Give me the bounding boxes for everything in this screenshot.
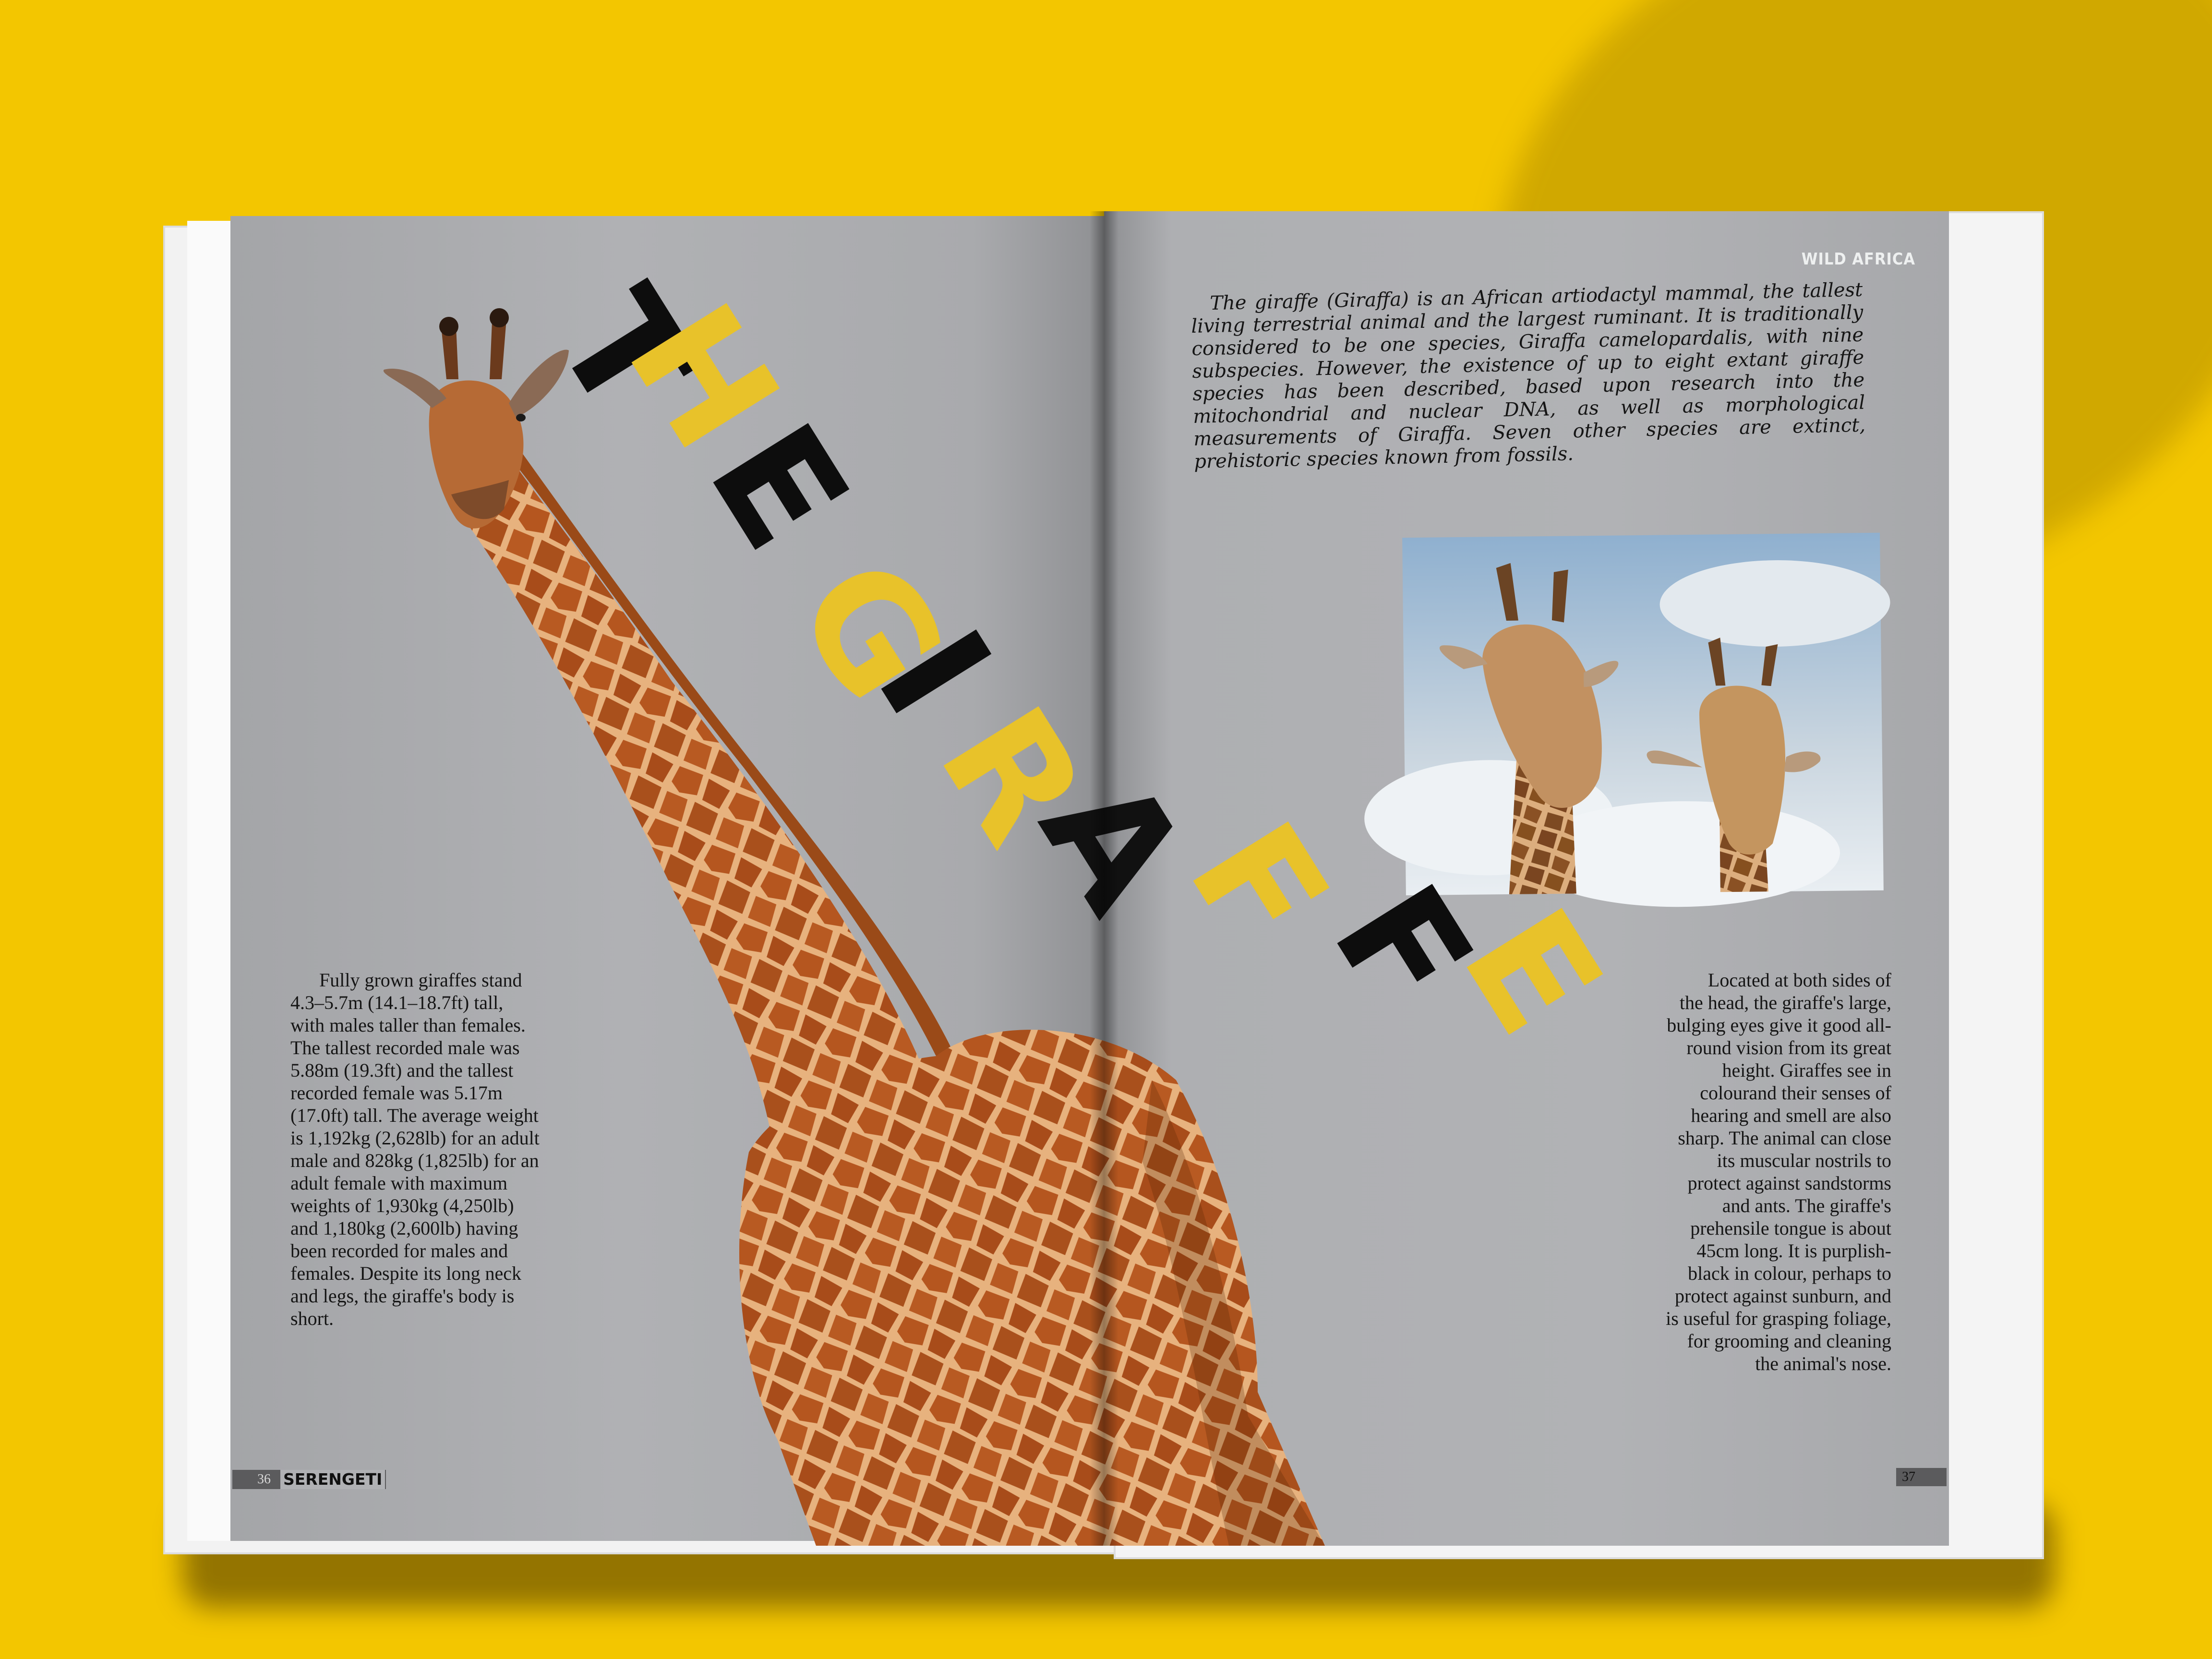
left-body-text: Fully grown giraffes stand 4.3–5.7m (14.…: [290, 969, 540, 1329]
section-label: WILD AFRICA: [1801, 250, 1915, 269]
photo-scene: T H E G I R A F F E WILD AFRICA The gira…: [0, 0, 2212, 1659]
left-page-footer: 36 SERENGETI: [232, 1470, 386, 1489]
page-number-left: 36: [257, 1472, 271, 1487]
intro-text: The giraffe (Giraffa) is an African arti…: [1190, 278, 1866, 473]
magazine-brand: SERENGETI: [280, 1470, 385, 1489]
right-body-text: Located at both sides of the head, the g…: [1666, 969, 1891, 1374]
intro-paragraph: The giraffe (Giraffa) is an African arti…: [1190, 279, 1866, 473]
page-number-right: 37: [1902, 1469, 1915, 1484]
right-body-column: Located at both sides of the head, the g…: [1661, 969, 1891, 1375]
right-page-footer: 37: [1896, 1468, 1947, 1486]
left-body-column: Fully grown giraffes stand 4.3–5.7m (14.…: [290, 969, 540, 1330]
magazine-spine: [1090, 211, 1118, 1546]
